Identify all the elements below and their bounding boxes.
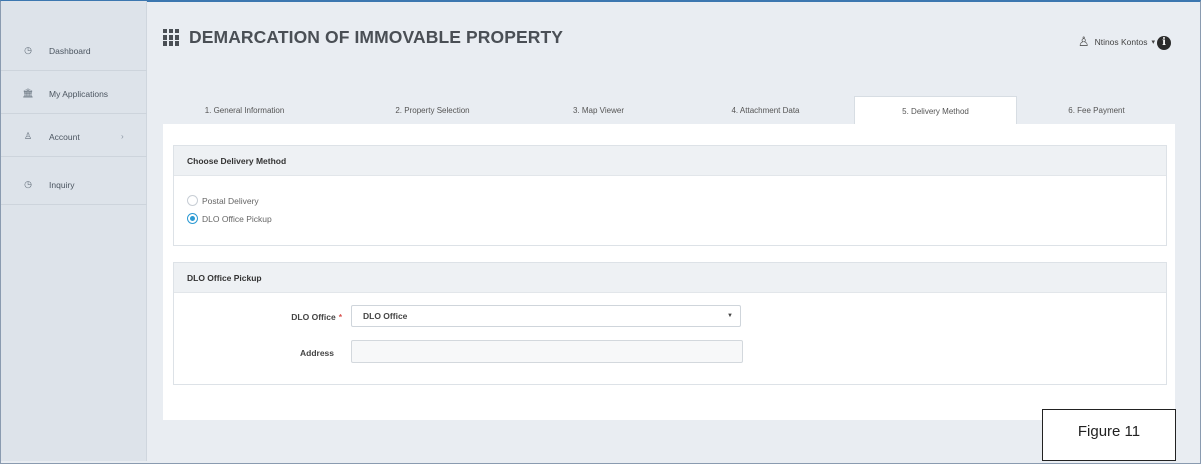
sidebar-item-inquiry[interactable]: ◷ Inquiry bbox=[1, 165, 147, 205]
user-icon: ♙ bbox=[23, 131, 33, 141]
sidebar-item-account[interactable]: ♙ Account › bbox=[1, 117, 147, 157]
sidebar: ◷ Dashboard 🏛 My Applications ♙ Account … bbox=[1, 1, 147, 461]
tab-label: 2. Property Selection bbox=[395, 105, 470, 115]
tab-property-selection[interactable]: 2. Property Selection bbox=[351, 96, 514, 124]
tab-label: 1. General Information bbox=[204, 105, 285, 115]
sidebar-item-label: Account bbox=[49, 131, 80, 142]
radio-label: Postal Delivery bbox=[202, 195, 259, 206]
tab-label: 4. Attachment Data bbox=[731, 105, 800, 115]
clock-icon: ◷ bbox=[24, 45, 32, 55]
tab-content: Choose Delivery Method Postal Delivery D… bbox=[163, 124, 1175, 420]
select-value: DLO Office bbox=[363, 311, 408, 321]
tab-general-information[interactable]: 1. General Information bbox=[163, 96, 326, 124]
panel-heading: Choose Delivery Method bbox=[174, 146, 1166, 176]
required-asterisk: * bbox=[338, 312, 342, 322]
user-icon: ♙ bbox=[1077, 34, 1090, 49]
info-icon[interactable]: i bbox=[1157, 36, 1171, 50]
address-field[interactable] bbox=[351, 340, 743, 363]
radio-postal-delivery[interactable]: Postal Delivery bbox=[187, 195, 259, 206]
radio-dlo-office-pickup[interactable]: DLO Office Pickup bbox=[187, 213, 272, 224]
tab-map-viewer[interactable]: 3. Map Viewer bbox=[517, 96, 680, 124]
tab-label: 6. Fee Payment bbox=[1068, 105, 1125, 115]
dlo-office-label-text: DLO Office bbox=[291, 312, 336, 322]
user-name: Ntinos Kontos bbox=[1094, 37, 1148, 47]
delivery-method-panel: Choose Delivery Method Postal Delivery D… bbox=[173, 145, 1167, 246]
clock-icon: ◷ bbox=[24, 179, 32, 189]
dlo-office-select[interactable]: DLO Office ▼ bbox=[351, 305, 741, 327]
tab-delivery-method[interactable]: 5. Delivery Method bbox=[854, 96, 1017, 125]
sidebar-item-label: Dashboard bbox=[49, 45, 91, 56]
radio-button-checked[interactable] bbox=[187, 213, 198, 224]
grid-icon bbox=[163, 29, 180, 46]
address-label: Address bbox=[299, 348, 334, 358]
sidebar-item-my-applications[interactable]: 🏛 My Applications bbox=[1, 74, 147, 114]
tab-label: 5. Delivery Method bbox=[902, 106, 969, 116]
bank-icon: 🏛 bbox=[22, 88, 34, 98]
tab-fee-payment[interactable]: 6. Fee Payment bbox=[1015, 96, 1178, 124]
dlo-office-pickup-panel: DLO Office Pickup DLO Office * DLO Office… bbox=[173, 262, 1167, 385]
figure-caption: Figure 11 bbox=[1042, 409, 1176, 461]
sidebar-item-label: Inquiry bbox=[49, 179, 75, 190]
tab-attachment-data[interactable]: 4. Attachment Data bbox=[684, 96, 847, 124]
panel-heading: DLO Office Pickup bbox=[174, 263, 1166, 293]
tab-label: 3. Map Viewer bbox=[573, 105, 624, 115]
radio-label: DLO Office Pickup bbox=[202, 213, 272, 224]
radio-button[interactable] bbox=[187, 195, 198, 206]
dlo-office-label: DLO Office * bbox=[212, 312, 342, 322]
chevron-right-icon: › bbox=[121, 132, 124, 141]
sidebar-item-label: My Applications bbox=[49, 88, 109, 99]
chevron-down-icon: ▼ bbox=[727, 313, 733, 319]
page-title: DEMARCATION OF IMMOVABLE PROPERTY bbox=[163, 27, 563, 48]
page-title-text: DEMARCATION OF IMMOVABLE PROPERTY bbox=[189, 27, 564, 47]
sidebar-item-dashboard[interactable]: ◷ Dashboard bbox=[1, 31, 147, 71]
caret-down-icon: ▾ bbox=[1151, 39, 1155, 46]
user-menu[interactable]: ♙ Ntinos Kontos ▾ bbox=[1078, 34, 1155, 50]
